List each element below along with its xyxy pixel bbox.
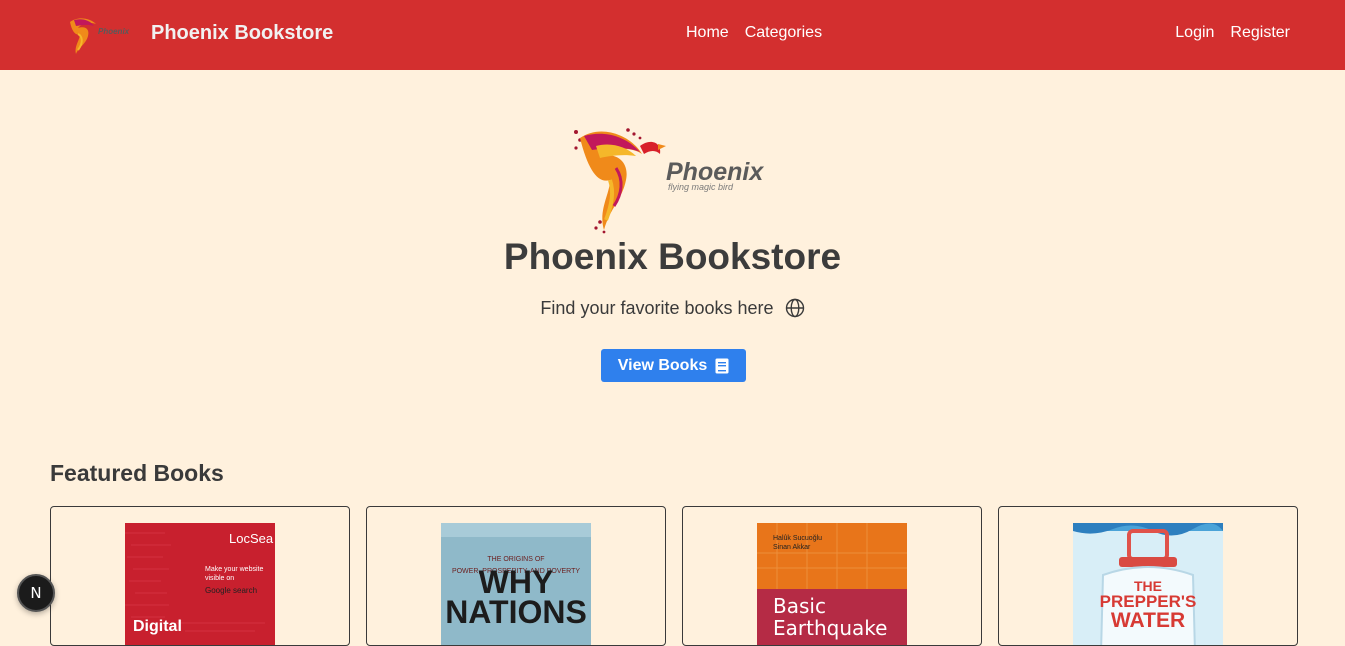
auth-nav: Login Register xyxy=(1175,24,1290,42)
hero-subtitle: Find your favorite books here xyxy=(540,298,774,318)
cover-title: Earthquake xyxy=(773,616,887,640)
cover-art: THE ORIGINS OF POWER, PROSPERITY, AND PO… xyxy=(441,523,591,630)
cover-line: Google search xyxy=(205,586,257,595)
phoenix-hero-logo: Phoenix flying magic bird xyxy=(574,128,764,234)
view-books-label: View Books xyxy=(617,356,708,374)
cover-author: Sinan Akkar xyxy=(773,544,811,551)
cover-author: Halûk Sucuoğlu xyxy=(773,535,822,542)
book-card[interactable]: Halûk Sucuoğlu Sinan Akkar Basic Earthqu… xyxy=(682,506,982,646)
cover-line: visible on xyxy=(205,575,234,582)
cover-title: WATER xyxy=(1111,609,1185,632)
top-navbar: Phoenix Phoenix Bookstore Home Categorie… xyxy=(0,0,1345,70)
cover-title: NATIONS xyxy=(445,594,587,630)
hero-logo-tagline: flying magic bird xyxy=(668,182,734,192)
cover-line: Make your website xyxy=(205,566,263,573)
login-link[interactable]: Login xyxy=(1175,24,1214,42)
fab-label: N xyxy=(30,584,42,602)
cover-title: Basic xyxy=(773,594,826,618)
nav-home-link[interactable]: Home xyxy=(686,24,729,42)
brand-name[interactable]: Phoenix Bookstore xyxy=(151,22,333,45)
nav-categories-link[interactable]: Categories xyxy=(745,24,822,42)
hero-title: Phoenix Bookstore xyxy=(503,236,842,277)
next-dev-tools-button[interactable]: N xyxy=(17,574,55,612)
cover-art: LocSea Make your website visible on Goog… xyxy=(125,531,274,635)
book-cover-image[interactable]: THE PREPPER'S WATER xyxy=(1073,523,1223,645)
cover-art: THE PREPPER'S WATER xyxy=(1073,523,1223,645)
cover-publisher: LocSea xyxy=(229,531,274,546)
book-cover-image[interactable]: THE ORIGINS OF POWER, PROSPERITY, AND PO… xyxy=(441,523,591,645)
hero-subtitle-row: Find your favorite books here xyxy=(0,298,1345,319)
book-card[interactable]: THE ORIGINS OF POWER, PROSPERITY, AND PO… xyxy=(366,506,666,646)
book-icon xyxy=(715,358,729,373)
featured-books-heading: Featured Books xyxy=(50,460,224,486)
main-nav: Home Categories xyxy=(686,24,822,42)
nav-logo-text: Phoenix xyxy=(98,27,130,36)
view-books-button[interactable]: View Books xyxy=(601,349,746,382)
register-link[interactable]: Register xyxy=(1230,24,1290,42)
book-card[interactable]: THE PREPPER'S WATER xyxy=(998,506,1298,646)
cover-art: Halûk Sucuoğlu Sinan Akkar Basic Earthqu… xyxy=(757,523,907,645)
book-card[interactable]: LocSea Make your website visible on Goog… xyxy=(50,506,350,646)
phoenix-logo-icon[interactable]: Phoenix xyxy=(66,14,132,54)
book-cover-image[interactable]: Halûk Sucuoğlu Sinan Akkar Basic Earthqu… xyxy=(757,523,907,645)
cover-line: THE ORIGINS OF xyxy=(487,556,544,563)
globe-icon xyxy=(785,298,804,318)
book-cover-image[interactable]: LocSea Make your website visible on Goog… xyxy=(125,523,275,645)
